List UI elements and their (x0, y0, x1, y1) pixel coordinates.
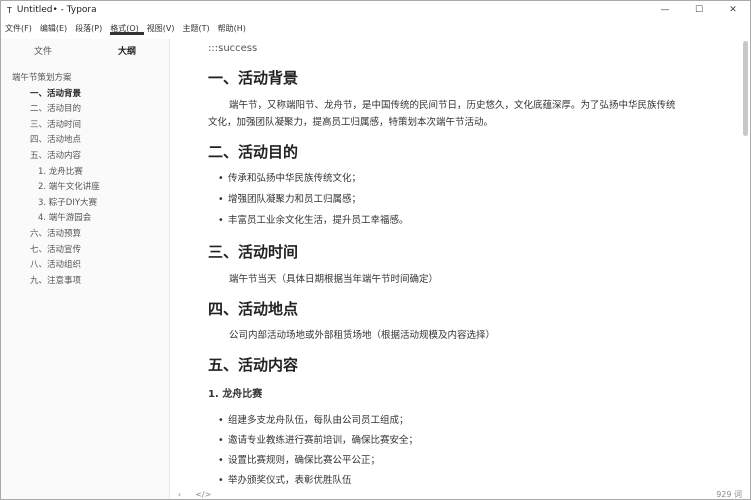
list-item: 组建多支龙舟队伍，每队由公司员工组成； (218, 411, 680, 431)
app-icon: T (7, 5, 12, 15)
outline-item[interactable]: 端午节策划方案 (1, 71, 169, 87)
status-bar: ‹ </> 929 词 (170, 488, 750, 500)
close-button[interactable]: ✕ (716, 1, 750, 19)
outline-item[interactable]: 四、活动地点 (1, 133, 169, 149)
sidebar: 文件 大纲 端午节策划方案 一、活动背景 二、活动目的 三、活动时间 四、活动地点 五、活… (1, 31, 170, 499)
outline-item[interactable]: 一、活动背景 (1, 87, 169, 103)
word-count[interactable]: 929 词 (716, 489, 742, 500)
list-item: 丰富员工业余文化生活，提升员工幸福感。 (218, 210, 680, 231)
outline-item[interactable]: 4. 端午游园会 (1, 211, 169, 227)
maximize-button[interactable]: ☐ (682, 1, 716, 19)
menu-edit[interactable]: 编辑(E) (40, 23, 67, 34)
outline-item[interactable]: 三、活动时间 (1, 118, 169, 134)
paragraph-location: 公司内部活动场地或外部租赁场地（根据活动规模及内容选择） (229, 330, 496, 341)
heading-location: 四、活动地点 (208, 299, 299, 318)
container-marker: :::success (208, 43, 258, 54)
outline-list: 端午节策划方案 一、活动背景 二、活动目的 三、活动时间 四、活动地点 五、活动内容 1. … (1, 61, 169, 289)
heading-time: 三、活动时间 (208, 243, 299, 261)
paragraph-background: 端午节，又称端阳节、龙舟节，是中国传统的民间节日，历史悠久，文化底蕴深厚。为了弘… (208, 99, 676, 128)
outline-item[interactable]: 3. 粽子DIY大赛 (1, 196, 169, 212)
goals-list: 传承和弘扬中华民族传统文化； 增强团队凝聚力和员工归属感； 丰富员工业余文化生活… (208, 168, 680, 231)
source-code-icon[interactable]: </> (195, 490, 211, 499)
outline-item[interactable]: 2. 端午文化讲座 (1, 180, 169, 196)
tab-outline[interactable]: 大纲 (85, 31, 169, 57)
menu-help[interactable]: 帮助(H) (218, 23, 246, 34)
menu-file[interactable]: 文件(F) (5, 23, 32, 34)
outline-item[interactable]: 九、注意事项 (1, 274, 169, 290)
heading-goals: 二、活动目的 (208, 142, 299, 161)
editor[interactable]: :::success 一、活动背景 端午节，又称端阳节、龙舟节，是中国传统的民间… (208, 39, 680, 491)
dragon-boat-list: 组建多支龙舟队伍，每队由公司员工组成； 邀请专业教练进行赛前培训，确保比赛安全；… (208, 411, 680, 491)
outline-item[interactable]: 八、活动组织 (1, 258, 169, 274)
menu-theme[interactable]: 主题(T) (182, 23, 209, 34)
toggle-sidebar-icon[interactable]: ‹ (178, 490, 181, 499)
window-title: Untitled• - Typora (16, 5, 97, 15)
heading-content: 五、活动内容 (208, 356, 299, 374)
outline-item[interactable]: 六、活动预算 (1, 227, 169, 243)
tab-files[interactable]: 文件 (1, 44, 85, 57)
outline-item[interactable]: 五、活动内容 (1, 149, 169, 165)
menu-paragraph[interactable]: 段落(P) (75, 23, 102, 34)
scrollbar[interactable] (743, 41, 748, 136)
outline-item[interactable]: 二、活动目的 (1, 102, 169, 118)
outline-item[interactable]: 1. 龙舟比赛 (1, 165, 169, 181)
outline-item[interactable]: 七、活动宣传 (1, 243, 169, 259)
paragraph-time: 端午节当天（具体日期根据当年端午节时间确定） (229, 273, 439, 285)
title-bar: T Untitled• - Typora — ☐ ✕ (1, 1, 750, 19)
heading-background: 一、活动背景 (208, 69, 299, 87)
list-item: 增强团队凝聚力和员工归属感； (218, 189, 680, 210)
list-item: 传承和弘扬中华民族传统文化； (218, 168, 680, 189)
minimize-button[interactable]: — (648, 1, 682, 19)
list-item: 邀请专业教练进行赛前培训，确保比赛安全； (218, 431, 680, 451)
list-item: 设置比赛规则，确保比赛公平公正； (218, 451, 680, 471)
subheading-dragon-boat: 1. 龙舟比赛 (208, 389, 263, 400)
menu-view[interactable]: 视图(V) (147, 23, 175, 34)
